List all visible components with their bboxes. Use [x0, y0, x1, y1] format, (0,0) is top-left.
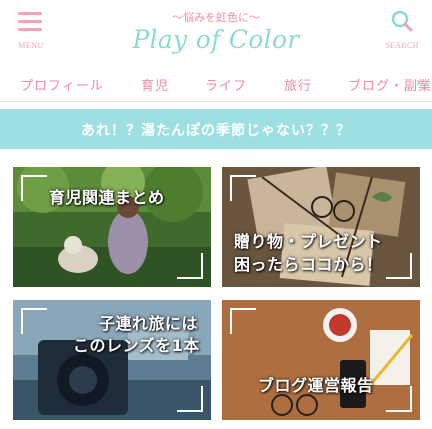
- frame-corner: [230, 308, 256, 334]
- site-tagline: 〜悩みを虹色に〜: [172, 11, 260, 24]
- card-title-line-2: 困ったらココから！: [234, 255, 383, 274]
- card-title: 育児関連まとめ: [49, 188, 165, 207]
- nav-scroll-arrow-icon[interactable]: ›: [416, 75, 421, 89]
- menu-label: MENU: [18, 41, 44, 50]
- hamburger-icon: [18, 12, 42, 32]
- card-title-line-1: 贈り物・プレゼント: [234, 232, 383, 251]
- frame-corner: [386, 253, 412, 279]
- frame-corner: [21, 308, 47, 334]
- card-title: ブログ運営報告: [258, 376, 374, 395]
- frame-corner: [177, 253, 203, 279]
- notice-text: あれ！？湯たんぽの季節じゃない？？？: [81, 123, 351, 139]
- card-blog-report[interactable]: ブログ運営報告: [222, 300, 420, 420]
- notice-banner[interactable]: あれ！？湯たんぽの季節じゃない？？？: [0, 109, 432, 149]
- card-lens[interactable]: 子連れ旅には このレンズを1本: [13, 300, 211, 420]
- search-button[interactable]: SEARCH: [382, 8, 422, 52]
- search-icon: [391, 10, 413, 32]
- category-nav: プロフィール 育児 ライフ 旅行 ブログ・副業 ›: [0, 66, 432, 102]
- card-childcare[interactable]: 育児関連まとめ: [13, 167, 211, 287]
- menu-button[interactable]: MENU: [14, 8, 48, 52]
- frame-corner: [386, 386, 412, 412]
- card-title-line-2: このレンズを1本: [73, 336, 200, 355]
- site-title-logo[interactable]: Play of Color: [116, 25, 316, 54]
- page: MENU 〜悩みを虹色に〜 Play of Color SEARCH プロフィー…: [0, 0, 432, 429]
- search-label: SEARCH: [385, 41, 419, 50]
- frame-corner: [21, 175, 47, 201]
- card-gifts[interactable]: 贈り物・プレゼント 困ったらココから！: [222, 167, 420, 287]
- nav-item-life[interactable]: ライフ: [205, 75, 247, 94]
- nav-item-travel[interactable]: 旅行: [284, 75, 312, 94]
- card-title-line-1: 子連れ旅には: [99, 314, 199, 333]
- nav-item-childcare[interactable]: 育児: [141, 75, 169, 94]
- frame-corner: [230, 175, 256, 201]
- nav-item-profile[interactable]: プロフィール: [20, 75, 104, 94]
- site-header: MENU 〜悩みを虹色に〜 Play of Color SEARCH: [0, 0, 432, 66]
- frame-corner: [177, 386, 203, 412]
